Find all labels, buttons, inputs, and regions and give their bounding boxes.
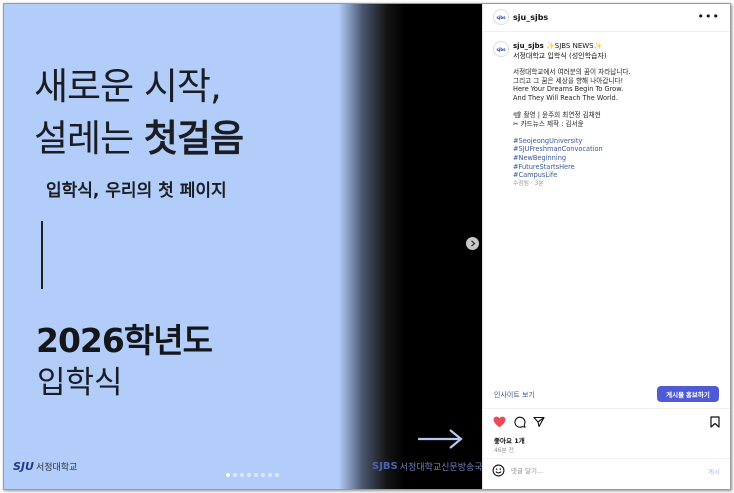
carousel-dot: [226, 473, 230, 477]
caption-line: 그리고 그 꿈은 세상을 향해 나아갑니다!: [513, 76, 624, 85]
avatar-text: sjbs: [496, 46, 506, 52]
sju-logo: SJU 서정대학교: [13, 460, 77, 473]
chevron-right-icon: [470, 240, 475, 247]
carousel-dot: [275, 473, 279, 477]
comment-input[interactable]: [511, 464, 691, 478]
sjbs-logo-text: 서정대학교신문방송국: [399, 463, 482, 473]
sju-logo-text: 서정대학교: [35, 463, 78, 473]
slide-ceremony: 입학식: [37, 365, 123, 401]
caption-subtitle: 서정대학교 입학식 (성인학습자): [513, 52, 607, 60]
headline-line-2-bold: 첫걸음: [143, 117, 244, 160]
carousel-dot: [261, 473, 265, 477]
like-button[interactable]: [492, 415, 506, 429]
carousel-dot: [233, 473, 237, 477]
post-time: 46분 전: [494, 448, 514, 454]
slide-year: 2026학년도: [36, 321, 213, 360]
caption-title: ✨SJBS NEWS✨: [546, 42, 603, 50]
header-username[interactable]: sju_sjbs: [513, 13, 548, 22]
slide-subline: 입학식, 우리의 첫 페이지: [46, 181, 227, 201]
vertical-divider: [41, 221, 43, 289]
caption-header: sju_sjbs ✨SJBS NEWS✨: [513, 42, 602, 50]
carousel-dot: [240, 473, 244, 477]
divider: [483, 458, 730, 459]
caption-meta: 수정됨 · 3분: [513, 180, 544, 187]
post-media[interactable]: 새로운 시작, 설레는 첫걸음 입학식, 우리의 첫 페이지 2026학년도 입…: [4, 4, 482, 489]
carousel-dot: [254, 473, 258, 477]
post-side-panel: sjbs sju_sjbs ••• sjbs sju_sjbs ✨SJBS NE…: [482, 4, 730, 489]
caption-body: 서정대학교에서 여러분의 꿈이 자라납니다. 그리고 그 꿈은 세상을 향해 나…: [513, 68, 631, 188]
like-count[interactable]: 좋아요 1개: [494, 435, 525, 445]
heart-filled-icon: [493, 416, 505, 428]
caption-username[interactable]: sju_sjbs: [513, 42, 544, 50]
caption-credit: ✂ 카드뉴스 제작 : 김서윤: [513, 119, 584, 128]
caption-line: Here Your Dreams Begin To Grow.: [513, 85, 624, 94]
headline-line-2-regular: 설레는: [34, 117, 144, 160]
hashtag-link[interactable]: #CampusLife: [513, 171, 631, 180]
send-icon: [533, 416, 545, 428]
divider: [483, 408, 730, 409]
post-viewer: 새로운 시작, 설레는 첫걸음 입학식, 우리의 첫 페이지 2026학년도 입…: [3, 3, 731, 490]
sjbs-logo-mark: SJBS: [372, 461, 398, 472]
caption-line: 서정대학교에서 여러분의 꿈이 자라납니다.: [513, 68, 631, 76]
view-insights-link[interactable]: 인사이트 보기: [494, 390, 535, 400]
post-comment-button[interactable]: 게시: [708, 466, 720, 476]
promote-post-button[interactable]: 게시물 홍보하기: [657, 386, 719, 402]
arrow-right-icon: [418, 429, 463, 449]
carousel-next-button[interactable]: [466, 237, 479, 250]
header-avatar[interactable]: sjbs: [493, 9, 509, 25]
hashtag-link[interactable]: #SeojeongUniversity: [513, 137, 631, 146]
hashtag-link[interactable]: #NewBeginning: [513, 154, 631, 163]
post-header: sjbs sju_sjbs •••: [483, 4, 730, 32]
sju-logo-mark: SJU: [13, 460, 34, 473]
carousel-indicator: [226, 473, 279, 477]
caption-credit: 📽 촬영 | 윤주희 최연정 김채현: [513, 110, 601, 119]
carousel-dot: [268, 473, 272, 477]
emoji-icon[interactable]: [492, 464, 505, 477]
carousel-dot: [247, 473, 251, 477]
more-options-icon[interactable]: •••: [698, 10, 720, 23]
hashtag-link[interactable]: #FutureStartsHere: [513, 163, 631, 172]
headline-line-1: 새로운 시작,: [34, 65, 222, 108]
comment-button[interactable]: [513, 415, 527, 429]
bookmark-icon: [710, 416, 720, 428]
hashtag-link[interactable]: #SJUFreshmanConvocation: [513, 145, 631, 154]
comment-icon: [514, 416, 526, 428]
save-button[interactable]: [708, 415, 722, 429]
avatar-text: sjbs: [496, 14, 506, 20]
headline-line-2: 설레는 첫걸음: [34, 108, 244, 162]
caption-avatar[interactable]: sjbs: [493, 41, 509, 57]
sjbs-logo: SJBS 서정대학교신문방송국: [372, 460, 482, 473]
share-button[interactable]: [532, 415, 546, 429]
caption-line: And They Will Reach The World.: [513, 93, 618, 102]
